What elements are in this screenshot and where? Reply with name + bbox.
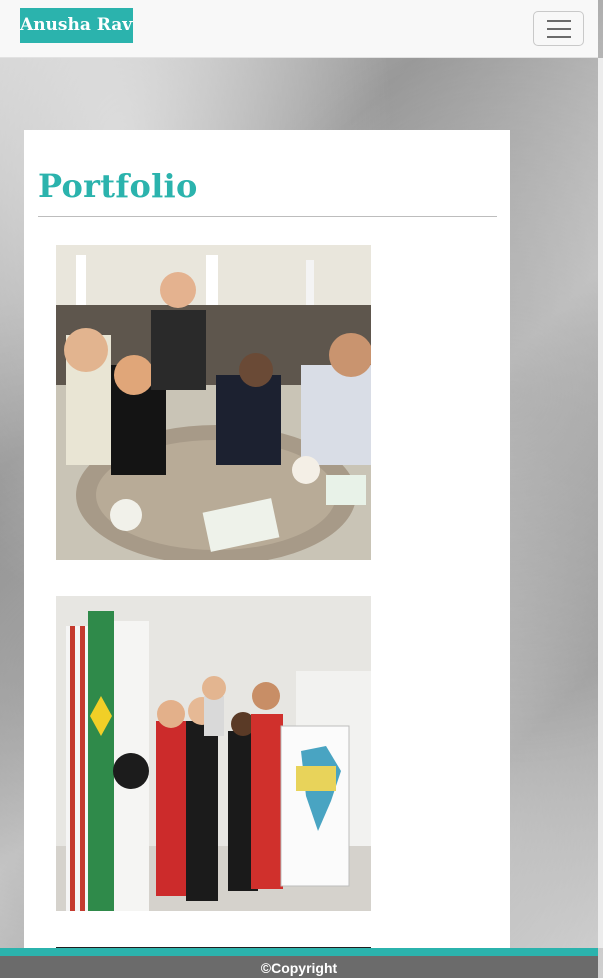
portfolio-photo-group[interactable] <box>56 596 371 911</box>
hamburger-menu-icon <box>546 19 571 22</box>
portfolio-card: Portfolio <box>24 130 510 950</box>
navbar-toggle-button[interactable] <box>533 11 584 46</box>
photo-dinner-table-image <box>56 245 371 560</box>
copyright-text: ©Copyright <box>260 960 338 976</box>
photo-group-flags-image <box>56 596 371 911</box>
scrollbar[interactable] <box>598 58 603 948</box>
title-divider <box>38 216 497 217</box>
navbar: Anusha Ravva <box>0 0 598 58</box>
footer: ©Copyright <box>0 956 598 978</box>
hamburger-menu-icon <box>546 27 571 30</box>
hamburger-menu-icon <box>546 35 571 38</box>
footer-accent-bar <box>0 948 598 956</box>
brand-link[interactable]: Anusha Ravva <box>20 8 133 43</box>
page-title: Portfolio <box>38 167 198 205</box>
portfolio-photo-dinner[interactable] <box>56 245 371 560</box>
